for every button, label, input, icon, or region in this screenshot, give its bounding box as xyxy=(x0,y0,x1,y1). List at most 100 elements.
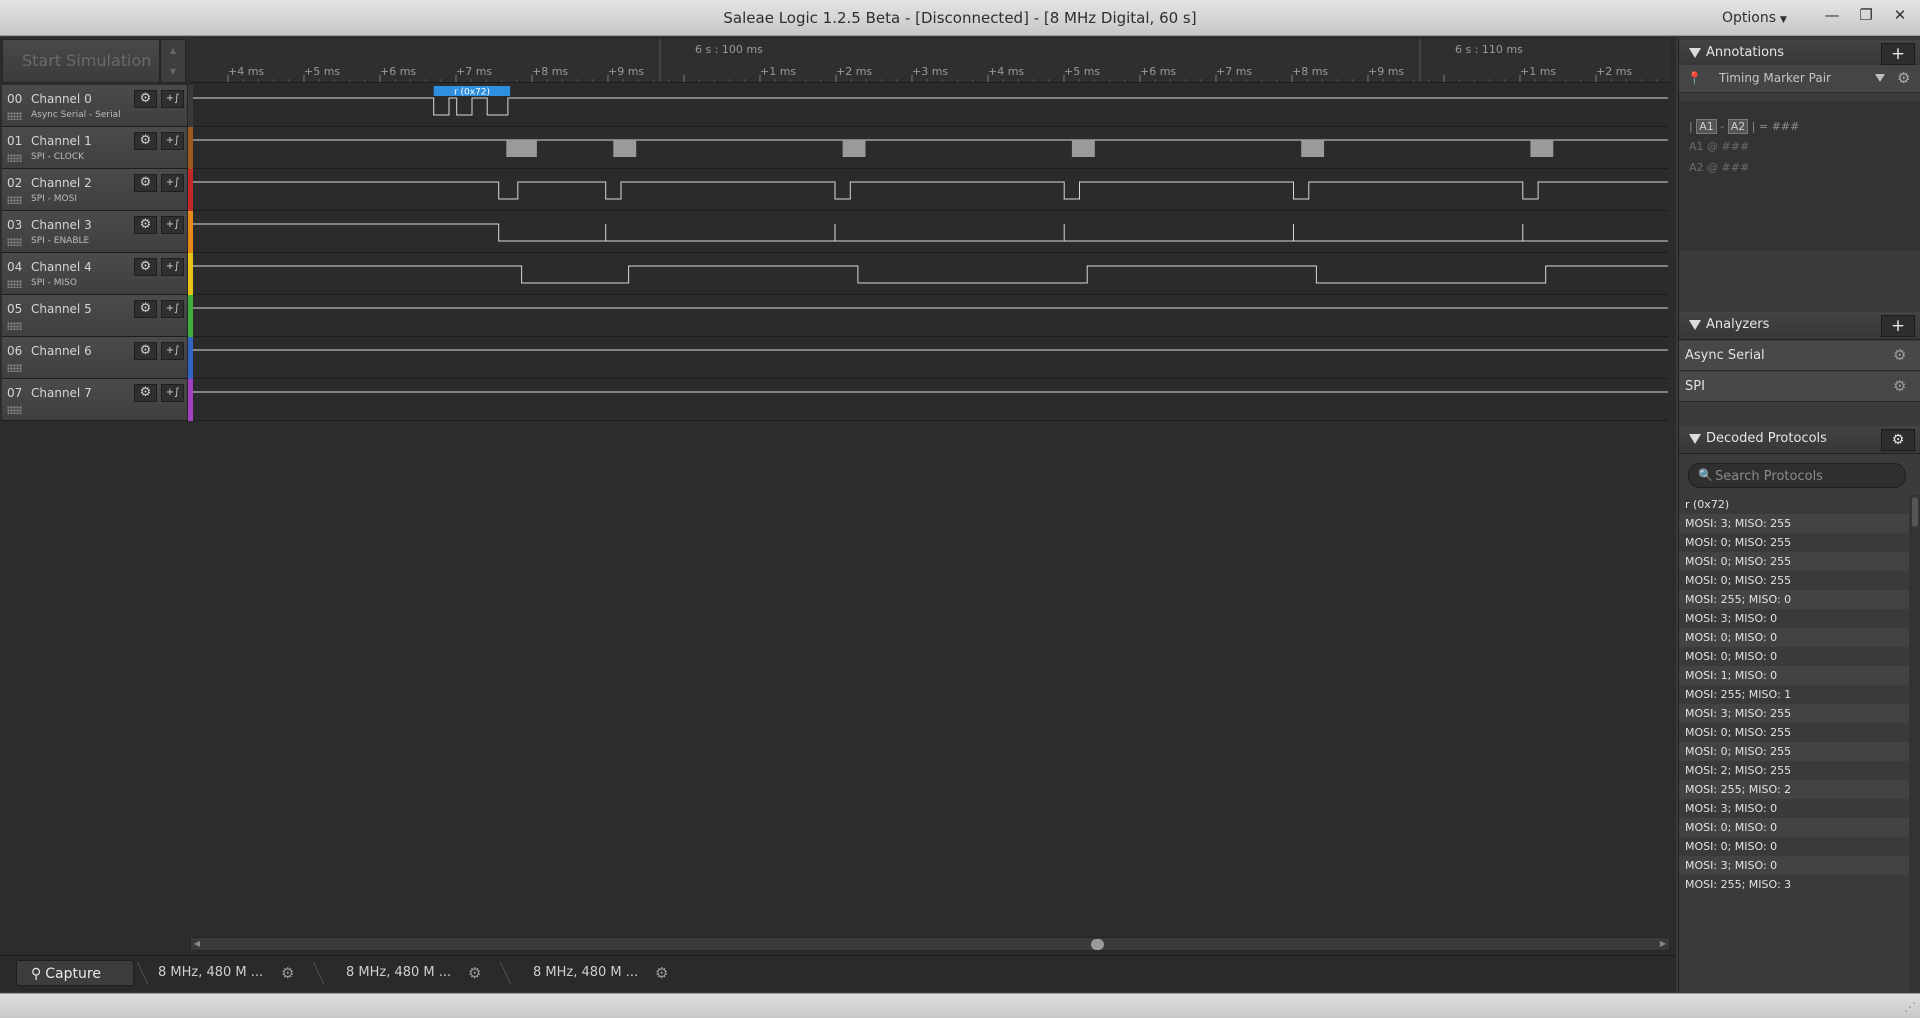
session-tab[interactable]: 8 MHz, 480 M ... xyxy=(533,960,638,986)
marker-a1-badge[interactable]: A1 xyxy=(1696,119,1717,134)
channel-5-waveform[interactable] xyxy=(193,295,1668,336)
scrollbar-thumb[interactable] xyxy=(1091,939,1104,950)
start-simulation-button[interactable]: Start Simulation xyxy=(2,39,160,83)
gear-icon[interactable]: ⚙ xyxy=(1893,346,1906,364)
gear-icon[interactable]: ⚙ xyxy=(134,384,157,402)
channel-label[interactable]: 00 Channel 0 Async Serial - Serial ⚙ +∫ xyxy=(2,85,188,126)
gear-icon[interactable]: ⚙ xyxy=(1897,69,1910,87)
time-ruler[interactable]: 6 s : 100 ms 6 s : 110 ms +4 ms +5 ms +6… xyxy=(190,39,1670,83)
marker-a2-badge[interactable]: A2 xyxy=(1727,119,1749,134)
drag-handle-icon[interactable] xyxy=(7,406,22,414)
drag-handle-icon[interactable] xyxy=(7,112,22,120)
close-button[interactable]: ✕ xyxy=(1885,0,1915,32)
annotations-header[interactable]: Annotations + xyxy=(1679,40,1920,68)
channel-label[interactable]: 03 Channel 3 SPI - ENABLE ⚙ +∫ xyxy=(2,211,188,252)
trigger-icon[interactable]: +∫ xyxy=(161,132,184,150)
decoded-protocol-item[interactable]: MOSI: 0; MISO: 255 xyxy=(1679,571,1909,590)
channel-3-waveform[interactable] xyxy=(193,211,1668,252)
resize-grip-icon[interactable]: ⋰ xyxy=(1904,1000,1916,1014)
channel-label[interactable]: 04 Channel 4 SPI - MISO ⚙ +∫ xyxy=(2,253,188,294)
gear-icon[interactable]: ⚙ xyxy=(1893,377,1906,395)
decoded-protocol-item[interactable]: MOSI: 255; MISO: 0 xyxy=(1679,590,1909,609)
minimize-button[interactable]: — xyxy=(1817,0,1847,32)
channel-name[interactable]: Channel 3 xyxy=(31,218,92,232)
gear-icon[interactable]: ⚙ xyxy=(134,342,157,360)
channel-1-waveform[interactable] xyxy=(193,127,1668,168)
chevron-down-icon[interactable] xyxy=(1875,74,1885,82)
trigger-icon[interactable]: +∫ xyxy=(161,384,184,402)
add-analyzer-button[interactable]: + xyxy=(1881,315,1915,337)
drag-handle-icon[interactable] xyxy=(7,196,22,204)
session-tab[interactable]: 8 MHz, 480 M ... xyxy=(346,960,451,986)
channel-0-waveform[interactable]: r (0x72) xyxy=(193,85,1668,126)
protocol-search-box[interactable]: 🔍 xyxy=(1688,463,1906,488)
trigger-icon[interactable]: +∫ xyxy=(161,300,184,318)
decoded-protocol-item[interactable]: r (0x72) xyxy=(1679,495,1909,514)
channel-label[interactable]: 01 Channel 1 SPI - CLOCK ⚙ +∫ xyxy=(2,127,188,168)
decoded-protocol-item[interactable]: MOSI: 255; MISO: 3 xyxy=(1679,875,1909,894)
drag-handle-icon[interactable] xyxy=(7,322,22,330)
gear-icon[interactable]: ⚙ xyxy=(134,216,157,234)
collapse-triangle-icon[interactable] xyxy=(1689,320,1701,330)
gear-icon[interactable]: ⚙ xyxy=(134,90,157,108)
decoded-protocol-item[interactable]: MOSI: 255; MISO: 1 xyxy=(1679,685,1909,704)
simulation-spinner[interactable]: ▲ ▼ xyxy=(160,39,186,83)
channel-label[interactable]: 07 Channel 7 ⚙ +∫ xyxy=(2,379,188,420)
channel-name[interactable]: Channel 7 xyxy=(31,386,92,400)
channel-label[interactable]: 05 Channel 5 ⚙ +∫ xyxy=(2,295,188,336)
drag-handle-icon[interactable] xyxy=(7,280,22,288)
trigger-icon[interactable]: +∫ xyxy=(161,90,184,108)
channel-name[interactable]: Channel 1 xyxy=(31,134,92,148)
decoded-protocol-item[interactable]: MOSI: 2; MISO: 255 xyxy=(1679,761,1909,780)
decoded-protocol-item[interactable]: MOSI: 0; MISO: 0 xyxy=(1679,818,1909,837)
channel-label[interactable]: 02 Channel 2 SPI - MOSI ⚙ +∫ xyxy=(2,169,188,210)
gear-icon[interactable]: ⚙ xyxy=(655,960,675,986)
drag-handle-icon[interactable] xyxy=(7,364,22,372)
capture-tab[interactable]: ⚲ Capture xyxy=(16,960,134,986)
decoded-protocol-item[interactable]: MOSI: 0; MISO: 255 xyxy=(1679,742,1909,761)
channel-4-waveform[interactable] xyxy=(193,253,1668,294)
search-protocols-input[interactable] xyxy=(1715,466,1901,486)
gear-icon[interactable]: ⚙ xyxy=(134,132,157,150)
gear-icon[interactable]: ⚙ xyxy=(1881,429,1915,451)
gear-icon[interactable]: ⚙ xyxy=(134,300,157,318)
drag-handle-icon[interactable] xyxy=(7,154,22,162)
decoded-protocol-item[interactable]: MOSI: 1; MISO: 0 xyxy=(1679,666,1909,685)
gear-icon[interactable]: ⚙ xyxy=(134,174,157,192)
decoded-protocol-item[interactable]: MOSI: 3; MISO: 0 xyxy=(1679,856,1909,875)
gear-icon[interactable]: ⚙ xyxy=(281,960,301,986)
decoded-protocol-item[interactable]: MOSI: 0; MISO: 255 xyxy=(1679,533,1909,552)
trigger-icon[interactable]: +∫ xyxy=(161,342,184,360)
decoded-protocol-item[interactable]: MOSI: 0; MISO: 0 xyxy=(1679,647,1909,666)
analyzer-item[interactable]: SPI ⚙ xyxy=(1679,372,1920,402)
channel-label[interactable]: 06 Channel 6 ⚙ +∫ xyxy=(2,337,188,378)
channel-7-waveform[interactable] xyxy=(193,379,1668,420)
protocol-list-scrollbar[interactable] xyxy=(1909,495,1920,992)
horizontal-scrollbar[interactable]: ◀ ▶ xyxy=(190,937,1670,951)
channel-name[interactable]: Channel 2 xyxy=(31,176,92,190)
decoded-protocol-item[interactable]: MOSI: 3; MISO: 0 xyxy=(1679,609,1909,628)
marker-name[interactable]: Timing Marker Pair xyxy=(1719,71,1831,85)
add-annotation-button[interactable]: + xyxy=(1881,43,1915,65)
gear-icon[interactable]: ⚙ xyxy=(134,258,157,276)
decoded-protocol-item[interactable]: MOSI: 255; MISO: 2 xyxy=(1679,780,1909,799)
chevron-left-icon[interactable]: ◀ xyxy=(191,938,203,950)
session-tab[interactable]: 8 MHz, 480 M ... xyxy=(158,960,263,986)
drag-handle-icon[interactable] xyxy=(7,238,22,246)
trigger-icon[interactable]: +∫ xyxy=(161,258,184,276)
channel-6-waveform[interactable] xyxy=(193,337,1668,378)
collapse-triangle-icon[interactable] xyxy=(1689,48,1701,58)
chevron-down-icon[interactable]: ▼ xyxy=(161,61,185,82)
channel-name[interactable]: Channel 4 xyxy=(31,260,92,274)
collapse-triangle-icon[interactable] xyxy=(1689,434,1701,444)
decoded-protocols-header[interactable]: Decoded Protocols ⚙ xyxy=(1679,426,1920,454)
decoded-protocol-item[interactable]: MOSI: 3; MISO: 255 xyxy=(1679,704,1909,723)
analyzer-item[interactable]: Async Serial ⚙ xyxy=(1679,341,1920,371)
decoded-protocol-item[interactable]: MOSI: 0; MISO: 255 xyxy=(1679,723,1909,742)
channel-2-waveform[interactable] xyxy=(193,169,1668,210)
options-menu[interactable]: Options ▼ xyxy=(1722,0,1787,36)
channel-name[interactable]: Channel 0 xyxy=(31,92,92,106)
decoded-protocol-item[interactable]: MOSI: 0; MISO: 0 xyxy=(1679,837,1909,856)
timing-marker-row[interactable]: 📍 Timing Marker Pair ⚙ xyxy=(1679,65,1920,93)
gear-icon[interactable]: ⚙ xyxy=(468,960,488,986)
